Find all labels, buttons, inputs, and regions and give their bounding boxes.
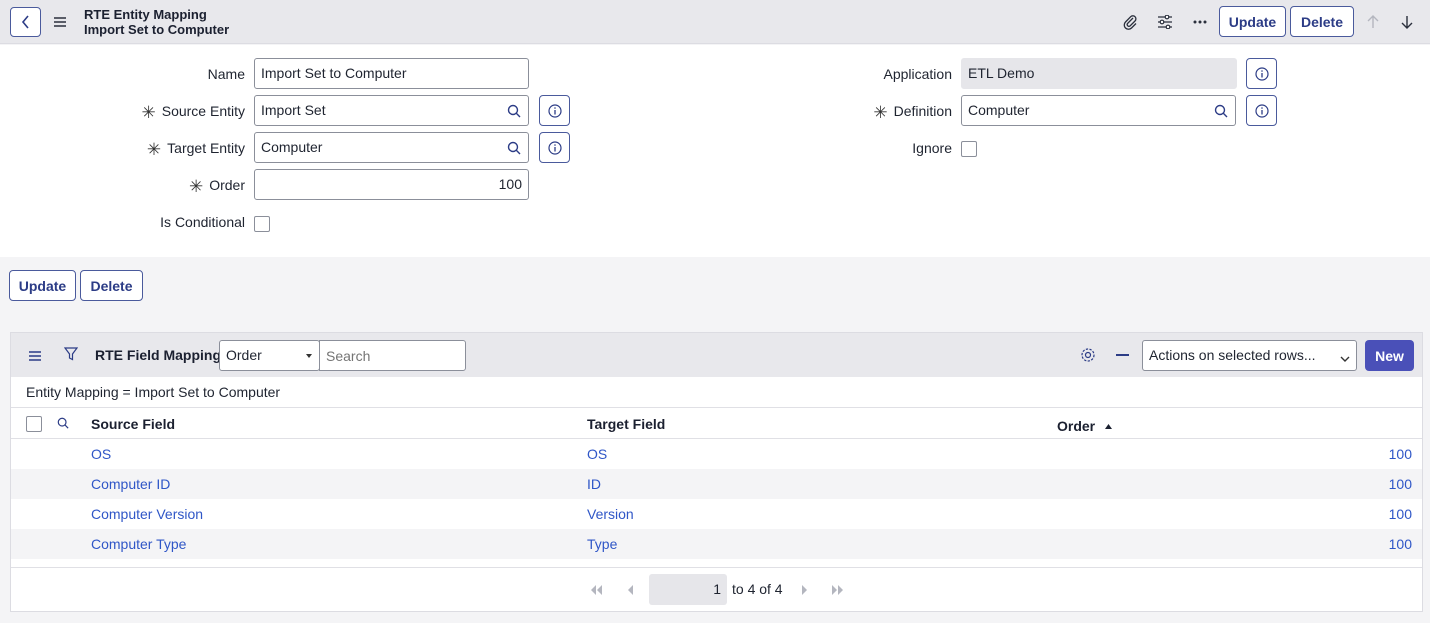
column-header-source-field[interactable]: Source Field [91,416,175,432]
source-entity-lookup-button[interactable] [499,95,529,126]
search-icon [1214,104,1227,117]
page-range-text: to 4 of 4 [732,581,783,597]
column-header-target-field[interactable]: Target Field [587,416,665,432]
related-list-title: RTE Field Mappings [95,347,229,363]
required-icon: ✳ [188,177,204,196]
order-value[interactable]: 100 [1389,476,1412,492]
title-line-2: Import Set to Computer [84,22,230,37]
next-page-icon[interactable] [795,582,813,598]
settings-sliders-icon[interactable] [1154,11,1176,33]
name-label: Name [207,66,245,82]
target-entity-info-button[interactable] [539,132,570,163]
search-icon [507,104,520,117]
application-info-button[interactable] [1246,58,1277,89]
info-icon [1254,103,1269,118]
ignore-checkbox[interactable] [961,141,977,157]
table-header-row: Source Field Target Field Order [11,407,1422,439]
definition-field[interactable]: Computer [961,95,1207,126]
source-entity-label: ✳ Source Entity [141,103,245,122]
form-header: RTE Entity Mapping Import Set to Compute… [0,0,1430,44]
column-header-order-label: Order [1057,418,1096,434]
info-icon [1254,66,1269,81]
source-entity-info-button[interactable] [539,95,570,126]
attachment-icon[interactable] [1119,11,1141,33]
list-search-input[interactable] [319,340,466,371]
order-value[interactable]: 100 [1389,446,1412,462]
target-entity-label: ✳ Target Entity [146,140,245,159]
last-page-icon[interactable] [829,582,847,598]
order-value[interactable]: 100 [1389,506,1412,522]
column-header-order[interactable]: Order [1057,416,1113,434]
source-field-link[interactable]: OS [91,446,111,462]
target-field-link[interactable]: Type [587,536,617,552]
filter-icon[interactable] [63,347,79,364]
table-row: Computer ID ID 100 [11,469,1422,499]
select-all-checkbox[interactable] [26,416,42,432]
header-delete-button[interactable]: Delete [1290,6,1354,37]
form-delete-button[interactable]: Delete [80,270,143,301]
actions-on-selected-rows-select[interactable]: Actions on selected rows... [1142,340,1357,371]
search-field-select-value: Order [226,347,262,363]
column-search-icon[interactable] [57,416,69,432]
title-line-1: RTE Entity Mapping [84,7,207,22]
filter-breadcrumb[interactable]: Entity Mapping = Import Set to Computer [26,384,280,400]
chevron-down-icon [1340,344,1350,373]
source-field-link[interactable]: Computer Version [91,506,203,522]
target-entity-lookup-button[interactable] [499,132,529,163]
sort-ascending-icon [1105,416,1113,432]
collapse-minus-icon[interactable] [1116,354,1129,356]
related-list-header: RTE Field Mappings Order Actions on sele… [11,333,1422,377]
target-field-link[interactable]: ID [587,476,601,492]
chevron-left-icon [21,15,29,29]
page-title: RTE Entity Mapping Import Set to Compute… [84,7,229,37]
context-menu-icon[interactable] [52,12,68,32]
is-conditional-checkbox[interactable] [254,216,270,232]
form-update-button[interactable]: Update [9,270,76,301]
more-options-icon[interactable] [1189,11,1211,33]
previous-page-icon[interactable] [621,582,639,598]
table-row: Computer Type Type 100 [11,529,1422,559]
definition-info-button[interactable] [1246,95,1277,126]
first-page-icon[interactable] [587,582,605,598]
required-icon: ✳ [141,103,156,122]
new-button[interactable]: New [1365,340,1414,371]
entity-mapping-form: Name Import Set to Computer ✳ Source Enti… [0,45,1430,257]
definition-lookup-button[interactable] [1206,95,1236,126]
page-number-input[interactable]: 1 [649,574,727,605]
source-field-link[interactable]: Computer ID [91,476,170,492]
definition-label: ✳ Definition [873,103,952,122]
chevron-down-icon [306,354,312,358]
table-row: Computer Version Version 100 [11,499,1422,529]
back-button[interactable] [10,7,41,37]
ignore-label: Ignore [912,140,952,156]
target-field-link[interactable]: Version [587,506,634,522]
header-update-button[interactable]: Update [1219,6,1286,37]
previous-record-icon[interactable] [1362,11,1384,33]
order-field[interactable]: 100 [254,169,529,200]
name-field[interactable]: Import Set to Computer [254,58,529,89]
list-menu-icon[interactable] [29,348,41,364]
application-field: ETL Demo [961,58,1237,89]
target-entity-field[interactable]: Computer [254,132,500,163]
next-record-icon[interactable] [1396,11,1418,33]
list-settings-gear-icon[interactable] [1080,347,1096,366]
info-icon [547,103,562,118]
table-row: OS OS 100 [11,439,1422,469]
required-icon: ✳ [873,103,888,122]
actions-select-value: Actions on selected rows... [1149,347,1316,363]
search-field-select[interactable]: Order [219,340,320,371]
search-icon [507,141,520,154]
target-field-link[interactable]: OS [587,446,607,462]
info-icon [547,140,562,155]
order-label: ✳ Order [188,177,245,196]
application-label: Application [883,66,953,82]
pagination-bar: 1 to 4 of 4 [11,567,1422,611]
required-icon: ✳ [146,140,162,159]
source-entity-field[interactable]: Import Set [254,95,500,126]
field-mappings-related-list: RTE Field Mappings Order Actions on sele… [10,332,1423,612]
source-field-link[interactable]: Computer Type [91,536,186,552]
is-conditional-label: Is Conditional [160,214,245,230]
order-value[interactable]: 100 [1389,536,1412,552]
